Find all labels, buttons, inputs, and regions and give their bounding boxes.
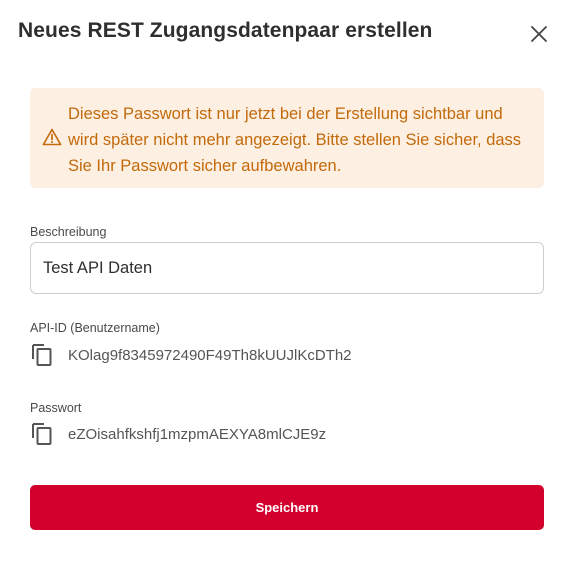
alert-text: Dieses Passwort ist nur jetzt bei der Er… — [68, 105, 522, 175]
save-button[interactable]: Speichern — [30, 485, 544, 530]
close-icon[interactable] — [527, 22, 551, 46]
copy-icon[interactable] — [30, 342, 54, 368]
password-value: eZOisahfkshfj1mzpmAEXYA8mlCJE9z — [68, 426, 327, 443]
warning-icon — [42, 128, 62, 146]
password-label: Passwort — [30, 401, 82, 415]
create-rest-credentials-dialog: Neues REST Zugangsdatenpaar erstellen Di… — [0, 0, 578, 566]
dialog-title: Neues REST Zugangsdatenpaar erstellen — [18, 19, 433, 42]
api-id-value: KOlag9f8345972490F49Th8kUUJlKcDTh2 — [68, 347, 352, 364]
password-warning-alert: Dieses Passwort ist nur jetzt bei der Er… — [30, 88, 544, 188]
api-id-label: API-ID (Benutzername) — [30, 321, 160, 335]
description-label: Beschreibung — [30, 225, 107, 239]
description-field[interactable]: Test API Daten — [30, 242, 544, 294]
copy-icon[interactable] — [30, 421, 54, 447]
description-value: Test API Daten — [43, 259, 153, 277]
